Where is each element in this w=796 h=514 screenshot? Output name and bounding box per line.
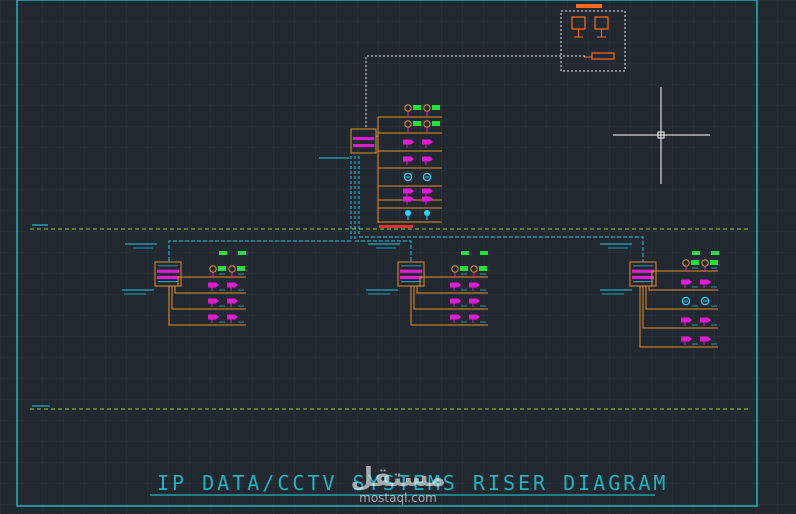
outlet-tag-icon xyxy=(461,251,469,255)
outlet-tag-icon xyxy=(413,105,421,110)
cabinet-tag xyxy=(576,4,602,8)
outlet-tag-icon xyxy=(711,251,719,255)
watermark-site: mostaql.com xyxy=(359,491,437,505)
outlet-tag-icon xyxy=(413,121,421,126)
outlet-tag-icon xyxy=(432,121,440,126)
patch-panel-strip xyxy=(157,269,179,273)
outlet-tag-icon xyxy=(479,266,487,271)
outlet-tag-icon xyxy=(219,251,227,255)
wifi-access-point-icon xyxy=(424,210,430,216)
cad-viewport[interactable]: IP DATA/CCTV SYSTEMS RISER DIAGRAM مستقل… xyxy=(0,0,796,514)
watermark-brand: مستقل xyxy=(350,463,445,493)
outlet-tag-icon xyxy=(218,266,226,271)
cad-grid xyxy=(0,0,796,514)
riser-diagram-drawing: IP DATA/CCTV SYSTEMS RISER DIAGRAM مستقل… xyxy=(0,0,796,514)
outlet-tag-icon xyxy=(238,251,246,255)
wifi-access-point-icon xyxy=(405,210,411,216)
floor-penetration-mark xyxy=(379,225,413,228)
patch-panel-strip xyxy=(400,269,422,273)
outlet-tag-icon xyxy=(692,251,700,255)
switch-strip xyxy=(353,144,374,147)
patch-panel-strip xyxy=(353,137,374,140)
outlet-tag-icon xyxy=(460,266,468,271)
outlet-tag-icon xyxy=(710,260,718,265)
switch-strip xyxy=(632,275,654,280)
switch-strip xyxy=(157,275,179,280)
outlet-tag-icon xyxy=(237,266,245,271)
outlet-tag-icon xyxy=(432,105,440,110)
switch-strip xyxy=(400,275,422,280)
outlet-tag-icon xyxy=(480,251,488,255)
patch-panel-strip xyxy=(632,269,654,273)
outlet-tag-icon xyxy=(691,260,699,265)
